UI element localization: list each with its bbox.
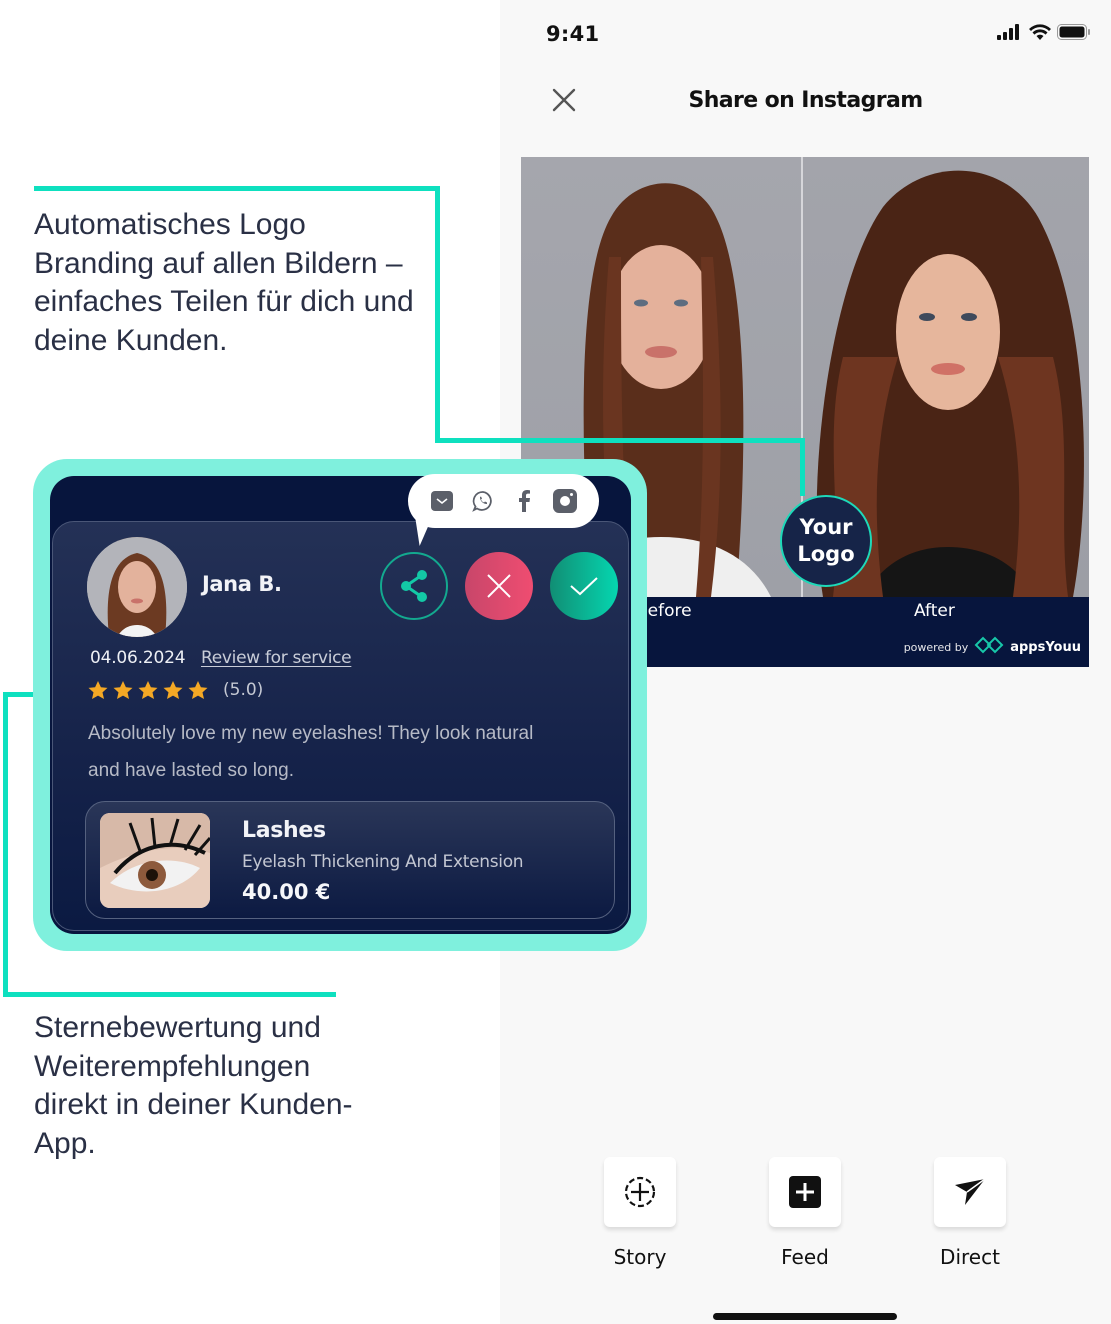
review-card: Jana B. 04.06.2024 Review for service (5… <box>50 476 631 934</box>
story-label: Story <box>613 1245 667 1269</box>
direct-tile[interactable] <box>934 1157 1006 1227</box>
share-direct-button[interactable]: Direct <box>934 1157 1006 1269</box>
product-image <box>100 813 210 908</box>
whatsapp-share-button[interactable] <box>471 489 495 513</box>
share-icon <box>401 570 427 602</box>
facebook-share-button[interactable] <box>512 489 536 513</box>
appsyouu-logo-icon <box>974 636 1004 659</box>
send-icon <box>955 1178 986 1205</box>
leader-line <box>3 992 336 997</box>
powered-by: powered by appsYouu <box>904 636 1081 659</box>
feed-tile[interactable] <box>769 1157 841 1227</box>
annotation-star-rating: Sternebewertung und Weiterempfehlungen d… <box>34 1011 353 1160</box>
powered-by-text: powered by <box>903 641 969 654</box>
email-share-button[interactable] <box>430 489 454 513</box>
leader-line <box>3 692 8 997</box>
status-icons <box>997 24 1091 45</box>
product-name: Lashes <box>242 818 326 843</box>
logo-text-line1: Your <box>799 515 853 539</box>
direct-label: Direct <box>940 1245 1000 1269</box>
reviewer-name: Jana B. <box>202 572 282 596</box>
avatar <box>87 537 187 637</box>
accept-icon <box>570 577 598 596</box>
star-icon <box>163 680 183 699</box>
product-description: Eyelash Thickening And Extension <box>242 852 524 872</box>
instagram-share-button[interactable] <box>552 489 577 513</box>
feed-label: Feed <box>781 1245 829 1269</box>
star-icon <box>113 680 133 699</box>
star-icon <box>88 680 108 699</box>
feed-add-icon <box>789 1176 821 1208</box>
battery-icon <box>1057 24 1091 45</box>
star-icon <box>138 680 158 699</box>
star-icon <box>188 680 208 699</box>
review-content: Jana B. 04.06.2024 Review for service (5… <box>52 521 629 931</box>
email-icon <box>431 491 454 511</box>
instagram-icon <box>552 489 577 513</box>
page-title: Share on Instagram <box>688 88 923 113</box>
accept-button[interactable] <box>550 552 618 620</box>
share-feed-button[interactable]: Feed <box>769 1157 841 1269</box>
home-indicator <box>713 1313 897 1320</box>
share-story-button[interactable]: Story <box>604 1157 676 1269</box>
brand-name: appsYouu <box>1010 640 1081 655</box>
whatsapp-icon <box>472 491 492 512</box>
reject-icon <box>487 574 511 598</box>
stars <box>88 680 208 700</box>
share-button[interactable] <box>380 552 448 620</box>
story-tile[interactable] <box>604 1157 676 1227</box>
after-label: After <box>914 601 955 621</box>
leader-line <box>435 438 805 443</box>
leader-line <box>435 186 440 443</box>
facebook-icon <box>518 490 530 512</box>
signal-icon <box>997 24 1023 45</box>
product-price: 40.00 € <box>242 880 331 904</box>
rating-score: (5.0) <box>223 680 264 700</box>
annotation-logo-branding: Automatisches Logo Branding auf allen Bi… <box>34 208 414 357</box>
status-time: 9:41 <box>546 22 600 46</box>
leader-line <box>34 186 440 191</box>
leader-line <box>800 438 805 496</box>
reject-button[interactable] <box>465 552 533 620</box>
star-rating: (5.0) <box>88 680 263 700</box>
review-for-service-link[interactable]: Review for service <box>201 648 352 668</box>
your-logo-badge: Your Logo <box>780 495 872 587</box>
product-card[interactable]: Lashes Eyelash Thickening And Extension … <box>85 801 615 919</box>
review-date: 04.06.2024 <box>90 648 186 668</box>
wifi-icon <box>1029 24 1051 45</box>
share-popover <box>408 474 599 528</box>
story-add-icon <box>624 1176 656 1208</box>
review-text: Absolutely love my new eyelashes! They l… <box>88 723 534 781</box>
logo-text-line2: Logo <box>797 542 855 566</box>
